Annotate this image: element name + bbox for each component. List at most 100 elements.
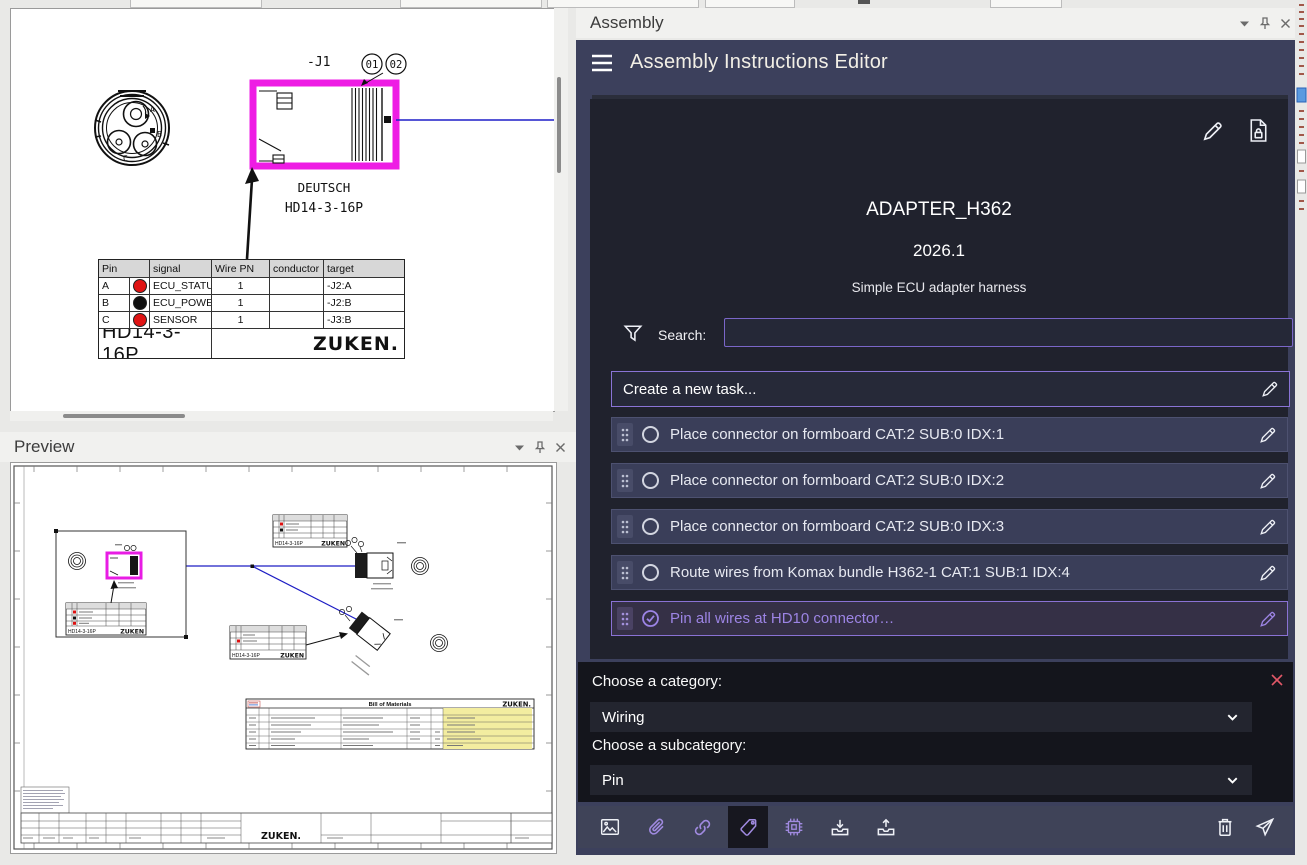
attach-file-button[interactable]	[636, 806, 676, 848]
edit-pencil-icon[interactable]	[1259, 610, 1277, 628]
zuken-logo-small: ZUKEN	[120, 629, 144, 636]
document-lock-icon[interactable]	[1248, 118, 1269, 143]
document-tab[interactable]	[705, 0, 795, 8]
task-done-check-icon[interactable]	[641, 609, 660, 628]
schematic-vscrollbar[interactable]	[554, 8, 568, 411]
add-link-button[interactable]	[682, 806, 722, 848]
task-row[interactable]: Place connector on formboard CAT:2 SUB:0…	[611, 417, 1288, 452]
pin-table-header-target: target	[324, 260, 404, 278]
document-tab[interactable]	[400, 0, 542, 8]
task-label: Route wires from Komax bundle H362-1 CAT…	[670, 564, 1251, 581]
edit-pencil-icon[interactable]	[1259, 564, 1277, 582]
chevron-down-icon	[1225, 773, 1240, 788]
edit-pencil-icon[interactable]	[1261, 380, 1279, 398]
add-image-button[interactable]	[590, 806, 630, 848]
balloon-01: 01	[366, 59, 379, 71]
send-button[interactable]	[1245, 806, 1285, 848]
drag-handle[interactable]	[617, 515, 633, 538]
task-status-circle-icon[interactable]	[641, 425, 660, 444]
pin-panel-icon[interactable]	[534, 441, 546, 454]
vscrollbar-thumb[interactable]	[557, 77, 561, 173]
task-row[interactable]: Route wires from Komax bundle H362-1 CAT…	[611, 555, 1288, 590]
pin-table-header-conductor: conductor	[270, 260, 324, 278]
table-footer-part-number: HD14-3-16P	[99, 329, 212, 358]
edit-pencil-icon[interactable]	[1259, 426, 1277, 444]
trash-icon	[1216, 817, 1234, 837]
signal-cell: SENSOR	[150, 312, 212, 329]
menu-hamburger-icon[interactable]	[590, 53, 614, 73]
task-label: Place connector on formboard CAT:2 SUB:0…	[670, 518, 1251, 535]
create-task-input[interactable]: Create a new task...	[611, 371, 1290, 407]
zuken-logo-small: ZUKEN	[321, 541, 345, 548]
edit-harness-icon[interactable]	[1202, 120, 1224, 142]
schematic-hscrollbar[interactable]	[10, 411, 553, 421]
pin-table-header-wirepn: Wire PN	[212, 260, 270, 278]
search-input[interactable]	[724, 318, 1293, 347]
zuken-logo: ZUKEN.	[502, 701, 531, 709]
download-tray-icon	[830, 818, 850, 837]
formboard-preview-drawing: HD14-3-16P ZUKEN HD14-3-16P ZUKEN	[11, 463, 556, 853]
pin-panel-icon[interactable]	[1259, 17, 1271, 30]
close-panel-icon[interactable]	[555, 442, 566, 453]
search-label: Search:	[658, 327, 706, 343]
close-popup-icon[interactable]	[1270, 673, 1284, 687]
export-button[interactable]	[866, 806, 906, 848]
chevron-down-icon	[1225, 710, 1240, 725]
application-window: A B C -J1 01 02	[0, 0, 1307, 865]
add-tag-button[interactable]	[728, 806, 768, 848]
target-cell: -J2:A	[324, 278, 404, 295]
task-status-circle-icon[interactable]	[641, 471, 660, 490]
delete-task-button[interactable]	[1205, 806, 1245, 848]
task-row[interactable]: Place connector on formboard CAT:2 SUB:0…	[611, 509, 1288, 544]
drag-handle[interactable]	[617, 423, 633, 446]
zuken-logo: ZUKEN.	[212, 329, 404, 358]
document-tab[interactable]	[130, 0, 262, 8]
task-status-circle-icon[interactable]	[641, 563, 660, 582]
minimap-marker	[1298, 180, 1306, 193]
harness-name: ADAPTER_H362	[590, 199, 1288, 221]
drag-handle[interactable]	[617, 607, 633, 630]
hscrollbar-thumb[interactable]	[63, 414, 185, 418]
top-tab-strip	[0, 0, 1307, 7]
filter-funnel-icon[interactable]	[623, 323, 643, 345]
wire-color-dot	[133, 313, 147, 327]
drag-handle[interactable]	[617, 469, 633, 492]
balloon-02: 02	[390, 59, 403, 71]
close-panel-icon[interactable]	[1280, 18, 1291, 29]
selected-connector-highlight	[253, 83, 396, 166]
add-component-button[interactable]	[774, 806, 814, 848]
assembly-panel-title: Assembly	[576, 13, 664, 33]
panel-menu-caret-icon[interactable]	[514, 442, 525, 453]
wire-color-dot	[133, 296, 147, 310]
harness-card: ADAPTER_H362 2026.1 Simple ECU adapter h…	[590, 99, 1288, 659]
import-button[interactable]	[820, 806, 860, 848]
face-pin-c-label: C	[123, 154, 128, 163]
preview-canvas[interactable]: HD14-3-16P ZUKEN HD14-3-16P ZUKEN	[10, 462, 557, 854]
panel-menu-caret-icon[interactable]	[1239, 18, 1250, 29]
task-status-circle-icon[interactable]	[641, 517, 660, 536]
document-tab[interactable]	[858, 0, 870, 4]
schematic-canvas[interactable]: A B C -J1 01 02	[10, 8, 555, 412]
pin-table-header-pin: Pin	[99, 260, 150, 278]
task-row-selected[interactable]: Pin all wires at HD10 connector…	[611, 601, 1288, 636]
subcategory-select[interactable]: Pin	[590, 765, 1252, 795]
document-tab[interactable]	[547, 0, 699, 8]
wire-color-dot	[133, 279, 147, 293]
harness-description: Simple ECU adapter harness	[590, 280, 1288, 295]
document-tab[interactable]	[990, 0, 1062, 8]
category-popup: Choose a category: Wiring Choose a subca…	[578, 662, 1293, 802]
pin-cell: B	[99, 295, 130, 312]
edit-pencil-icon[interactable]	[1259, 518, 1277, 536]
category-label: Choose a category:	[592, 673, 722, 690]
task-row[interactable]: Place connector on formboard CAT:2 SUB:0…	[611, 463, 1288, 498]
edit-pencil-icon[interactable]	[1259, 472, 1277, 490]
wire-color-cell	[130, 312, 150, 329]
signal-cell: ECU_POWER	[150, 295, 212, 312]
minimap-marker	[1298, 150, 1306, 163]
zuken-logo: ZUKEN.	[261, 831, 301, 842]
face-pin-a-label: A	[150, 105, 155, 114]
drag-handle[interactable]	[617, 561, 633, 584]
bom-title: Bill of Materials	[369, 702, 412, 708]
target-cell: -J3:B	[324, 312, 404, 329]
category-select[interactable]: Wiring	[590, 702, 1252, 732]
